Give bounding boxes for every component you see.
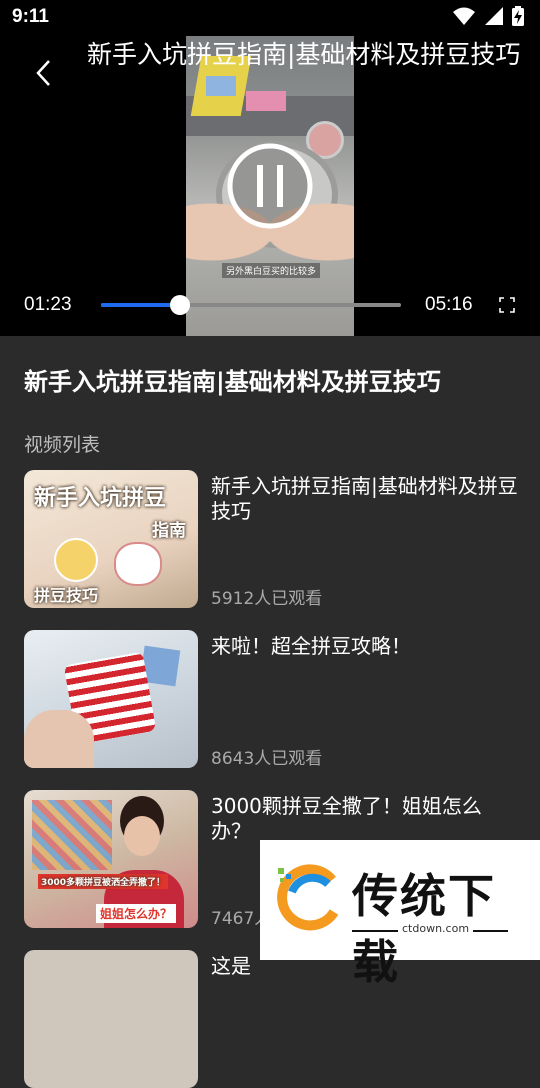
video-thumbnail: 3000多颗拼豆被洒全弄撒了！ 姐姐怎么办？ <box>24 790 198 928</box>
signal-icon <box>485 7 503 25</box>
video-thumbnail: 新手入坑拼豆 指南 拼豆技巧 <box>24 470 198 608</box>
video-player[interactable]: 另外黑白豆买的比较多 新手入坑拼豆指南|基础材料及拼豆技巧 01:23 05:1… <box>0 0 540 336</box>
thumbnail-text: 3000多颗拼豆被洒全弄撒了！ <box>38 874 169 889</box>
pause-icon <box>227 143 313 229</box>
video-item-views: 5912人已观看 <box>211 589 323 609</box>
video-frame-caption: 另外黑白豆买的比较多 <box>222 263 321 278</box>
video-thumbnail <box>24 630 198 768</box>
total-time: 05:16 <box>425 294 473 315</box>
status-icons <box>452 6 524 26</box>
chevron-left-icon <box>36 60 50 86</box>
thumbnail-text: 新手入坑拼豆 <box>34 486 167 511</box>
seek-bar[interactable] <box>101 295 401 315</box>
fullscreen-button[interactable] <box>499 297 515 313</box>
current-time: 01:23 <box>24 294 72 315</box>
video-list-label: 视频列表 <box>24 434 101 456</box>
thumbnail-text: 拼豆技巧 <box>34 586 99 605</box>
pause-button[interactable] <box>227 143 313 229</box>
status-bar: 9:11 <box>0 0 540 36</box>
status-time: 9:11 <box>12 6 49 27</box>
watermark-logo-icon <box>277 864 339 931</box>
thumbnail-text: 姐姐怎么办？ <box>96 904 177 923</box>
back-button[interactable] <box>30 56 60 90</box>
video-item-views: 8643人已观看 <box>211 749 323 769</box>
video-thumbnail <box>24 950 198 1088</box>
video-item-title: 新手入坑拼豆指南|基础材料及拼豆技巧 <box>211 474 518 523</box>
seek-progress <box>101 303 180 307</box>
thumbnail-text: 指南 <box>152 521 186 541</box>
video-list-item[interactable]: 来啦！超全拼豆攻略！ 8643人已观看 <box>0 630 540 769</box>
video-list-item[interactable]: 新手入坑拼豆 指南 拼豆技巧 新手入坑拼豆指南|基础材料及拼豆技巧 5912人已… <box>0 470 540 609</box>
video-title: 新手入坑拼豆指南|基础材料及拼豆技巧 <box>24 368 441 396</box>
watermark-url: ctdown.com <box>398 922 474 935</box>
watermark-overlay: 传统下载 ctdown.com <box>260 840 540 989</box>
video-item-title: 3000颗拼豆全撒了！姐姐怎么办？ <box>211 794 482 843</box>
player-title: 新手入坑拼豆指南|基础材料及拼豆技巧 <box>87 40 521 69</box>
seek-thumb[interactable] <box>169 295 190 315</box>
video-item-title: 来啦！超全拼豆攻略！ <box>211 634 411 658</box>
battery-charging-icon <box>512 6 524 26</box>
fullscreen-icon <box>499 297 515 313</box>
wifi-icon <box>453 7 475 25</box>
